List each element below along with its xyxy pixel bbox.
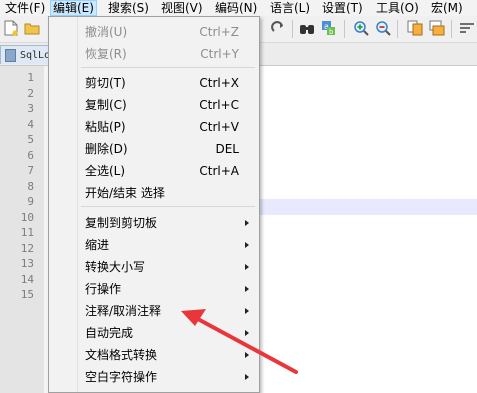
line-number: 9 — [27, 195, 34, 208]
zoom-out-icon[interactable] — [374, 19, 392, 37]
menu-separator — [81, 206, 255, 207]
svg-text:b: b — [329, 28, 334, 36]
line-number: 8 — [27, 179, 34, 193]
menu-item-shortcut: Ctrl+Y — [200, 47, 239, 61]
menu-item-label: 剪切(T) — [85, 76, 126, 90]
menu-item-copy-to-clipboard[interactable]: 复制到剪切板 — [51, 212, 257, 234]
menu-item-blank-operations[interactable]: 空白字符操作 — [51, 366, 257, 388]
menu-item-label: 撤消(U) — [85, 25, 128, 39]
submenu-arrow-icon — [245, 352, 249, 358]
menu-item-label: 复制(C) — [85, 98, 127, 112]
menu-search[interactable]: 搜索(S) — [106, 0, 151, 16]
line-number: 5 — [27, 133, 34, 146]
menu-edit[interactable]: 编辑(E) — [50, 0, 97, 16]
toolbar-separator — [292, 20, 293, 38]
menu-item-eol-conversion[interactable]: 文档格式转换 — [51, 344, 257, 366]
submenu-arrow-icon — [245, 242, 249, 248]
menu-item-shortcut: Ctrl+V — [199, 120, 239, 134]
menu-item-shortcut: Ctrl+A — [199, 164, 239, 178]
sync-horizontal-icon[interactable] — [428, 19, 446, 37]
line-number-gutter: 1 2 3 4 5 6 7 8 9 10 11 12 13 14 15 — [0, 66, 45, 393]
menu-item-label: 恢复(R) — [85, 47, 127, 61]
sync-vertical-icon[interactable] — [406, 19, 424, 37]
menu-item-shortcut: Ctrl+Z — [199, 25, 239, 39]
line-number: 7 — [27, 164, 34, 177]
menu-item-label: 注释/取消注释 — [85, 304, 162, 318]
menu-item-shortcut: Ctrl+C — [199, 98, 239, 112]
menu-tools[interactable]: 工具(O) — [374, 0, 421, 16]
menu-item-redo[interactable]: 恢复(R) Ctrl+Y — [51, 43, 257, 65]
line-number: 3 — [27, 102, 34, 115]
menu-item-indent[interactable]: 缩进 — [51, 234, 257, 256]
menu-view[interactable]: 视图(V) — [159, 0, 205, 16]
menu-item-delete[interactable]: 删除(D) DEL — [51, 138, 257, 160]
menu-settings[interactable]: 设置(T) — [320, 0, 365, 16]
menu-item-undo[interactable]: 撤消(U) Ctrl+Z — [51, 21, 257, 43]
menu-item-label: 文档格式转换 — [85, 348, 158, 362]
menu-item-line-operations[interactable]: 行操作 — [51, 278, 257, 300]
menu-separator — [81, 67, 255, 68]
menu-language[interactable]: 语言(L) — [268, 0, 312, 16]
menu-file[interactable]: 文件(F) — [3, 0, 47, 16]
zoom-in-icon[interactable] — [352, 19, 370, 37]
line-number: 11 — [20, 226, 34, 239]
menu-item-label: 转换大小写 — [85, 260, 146, 274]
line-number: 1 — [27, 71, 34, 84]
menu-macro[interactable]: 宏(M) — [429, 0, 465, 16]
toolbar-separator — [451, 20, 452, 38]
menu-item-label: 缩进 — [85, 238, 110, 252]
menu-item-begin-end-select[interactable]: 开始/结束 选择 — [51, 182, 257, 204]
menu-item-cut[interactable]: 剪切(T) Ctrl+X — [51, 72, 257, 94]
menu-item-auto-completion[interactable]: 自动完成 — [51, 322, 257, 344]
menu-item-copy[interactable]: 复制(C) Ctrl+C — [51, 94, 257, 116]
menu-item-shortcut: Ctrl+X — [199, 76, 239, 90]
menu-item-label: 粘贴(P) — [85, 120, 126, 134]
line-number: 6 — [27, 148, 34, 162]
word-wrap-icon[interactable] — [458, 19, 476, 37]
line-number: 10 — [20, 210, 34, 224]
line-number: 14 — [20, 272, 34, 286]
line-number: 13 — [20, 257, 34, 270]
submenu-arrow-icon — [245, 286, 249, 292]
tab-label: SqlLo — [20, 49, 51, 61]
line-number: 12 — [20, 241, 34, 255]
menu-item-comment-uncomment[interactable]: 注释/取消注释 — [51, 300, 257, 322]
submenu-arrow-icon — [245, 374, 249, 380]
menu-item-paste[interactable]: 粘贴(P) Ctrl+V — [51, 116, 257, 138]
find-replace-icon[interactable]: ab — [320, 19, 338, 37]
menu-bar: 文件(F) 编辑(E) 搜索(S) 视图(V) 编码(N) 语言(L) 设置(T… — [0, 0, 477, 17]
menu-item-label: 空白字符操作 — [85, 370, 158, 384]
open-folder-icon[interactable] — [23, 19, 41, 37]
find-binoculars-icon[interactable] — [298, 19, 316, 37]
menu-encoding[interactable]: 编码(N) — [213, 0, 259, 16]
menu-item-label: 行操作 — [85, 282, 122, 296]
line-number: 15 — [20, 288, 34, 301]
submenu-arrow-icon — [245, 264, 249, 270]
menu-item-shortcut: DEL — [215, 142, 239, 156]
new-file-icon[interactable] — [2, 19, 20, 37]
submenu-arrow-icon — [245, 308, 249, 314]
toolbar-separator — [344, 20, 345, 38]
file-icon — [5, 48, 16, 62]
menu-item-label: 删除(D) — [85, 142, 128, 156]
menu-item-label: 开始/结束 选择 — [85, 186, 165, 200]
toolbar-separator — [397, 20, 398, 38]
edit-menu-dropdown: 撤消(U) Ctrl+Z 恢复(R) Ctrl+Y 剪切(T) Ctrl+X 复制(C) Ct… — [48, 16, 260, 393]
menu-item-label: 自动完成 — [85, 326, 134, 340]
menu-item-label: 全选(L) — [85, 164, 126, 178]
menu-item-select-all[interactable]: 全选(L) Ctrl+A — [51, 160, 257, 182]
menu-item-label: 复制到剪切板 — [85, 216, 158, 230]
line-number: 4 — [27, 117, 34, 131]
redo-icon[interactable] — [269, 19, 287, 37]
line-number: 2 — [27, 86, 34, 100]
submenu-arrow-icon — [245, 330, 249, 336]
submenu-arrow-icon — [245, 220, 249, 226]
menu-item-convert-case[interactable]: 转换大小写 — [51, 256, 257, 278]
